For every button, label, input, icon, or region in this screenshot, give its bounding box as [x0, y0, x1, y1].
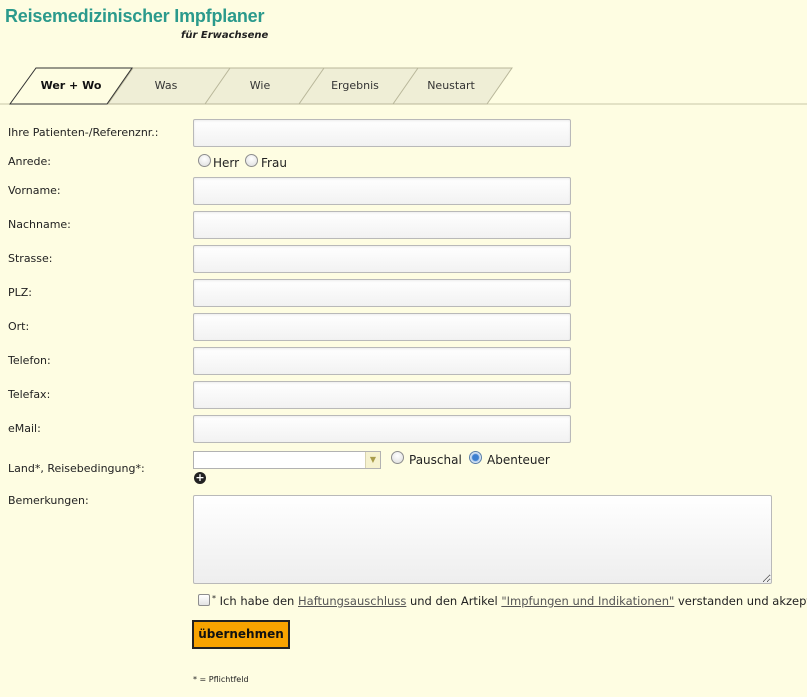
chevron-down-icon[interactable]: ▼	[365, 452, 380, 468]
submit-button[interactable]: übernehmen	[192, 620, 290, 649]
required-footnote: * = Pflichtfeld	[193, 675, 249, 684]
plz-input[interactable]	[193, 279, 571, 307]
tab-neustart[interactable]: Neustart	[406, 79, 496, 92]
consent-text-2: und den Artikel	[406, 594, 502, 608]
telefax-label: Telefax:	[8, 388, 51, 401]
patient-ref-input[interactable]	[193, 119, 571, 147]
reise-abenteuer-label: Abenteuer	[487, 453, 550, 467]
tab-bar: Wer + Wo Was Wie Ergebnis Neustart	[0, 67, 807, 105]
telefon-label: Telefon:	[8, 354, 51, 367]
reise-abenteuer-radio[interactable]	[469, 451, 482, 464]
plz-label: PLZ:	[8, 286, 33, 299]
ort-input[interactable]	[193, 313, 571, 341]
patient-ref-label: Ihre Patienten-/Referenznr.:	[8, 126, 159, 139]
haftungsausschluss-link[interactable]: Haftungsauschluss	[298, 594, 406, 608]
email-label: eMail:	[8, 422, 41, 435]
bemerkungen-label: Bemerkungen:	[8, 494, 89, 507]
bemerkungen-textarea[interactable]	[193, 495, 772, 584]
email-input[interactable]	[193, 415, 571, 443]
tab-wer-wo[interactable]: Wer + Wo	[26, 79, 116, 92]
strasse-input[interactable]	[193, 245, 571, 273]
anrede-herr-label: Herr	[213, 156, 240, 170]
consent-checkbox[interactable]	[198, 594, 210, 606]
nachname-input[interactable]	[193, 211, 571, 239]
consent-text-1: Ich habe den	[216, 594, 298, 608]
page-subtitle: für Erwachsene	[181, 30, 269, 41]
consent-text: * Ich habe den Haftungsauschluss und den…	[212, 594, 807, 608]
anrede-label: Anrede:	[8, 155, 52, 168]
land-select[interactable]: ▼	[193, 451, 381, 469]
vorname-label: Vorname:	[8, 184, 61, 197]
telefon-input[interactable]	[193, 347, 571, 375]
land-label: Land*, Reisebedingung*:	[8, 462, 145, 475]
tab-ergebnis[interactable]: Ergebnis	[310, 79, 400, 92]
tab-wie[interactable]: Wie	[215, 79, 305, 92]
anrede-herr-radio[interactable]	[198, 154, 211, 167]
impfungen-indikationen-link[interactable]: "Impfungen und Indikationen"	[501, 594, 674, 608]
anrede-frau-label: Frau	[261, 156, 287, 170]
reise-pauschal-label: Pauschal	[409, 453, 462, 467]
tab-was[interactable]: Was	[121, 79, 211, 92]
anrede-frau-radio[interactable]	[245, 154, 258, 167]
consent-text-3: verstanden und akzeptiert.	[677, 594, 807, 608]
reise-pauschal-radio[interactable]	[391, 451, 404, 464]
vorname-input[interactable]	[193, 177, 571, 205]
page-title: Reisemedizinischer Impfplaner	[5, 6, 265, 26]
strasse-label: Strasse:	[8, 252, 53, 265]
add-country-icon[interactable]: +	[194, 472, 206, 484]
nachname-label: Nachname:	[8, 218, 71, 231]
telefax-input[interactable]	[193, 381, 571, 409]
ort-label: Ort:	[8, 320, 30, 333]
